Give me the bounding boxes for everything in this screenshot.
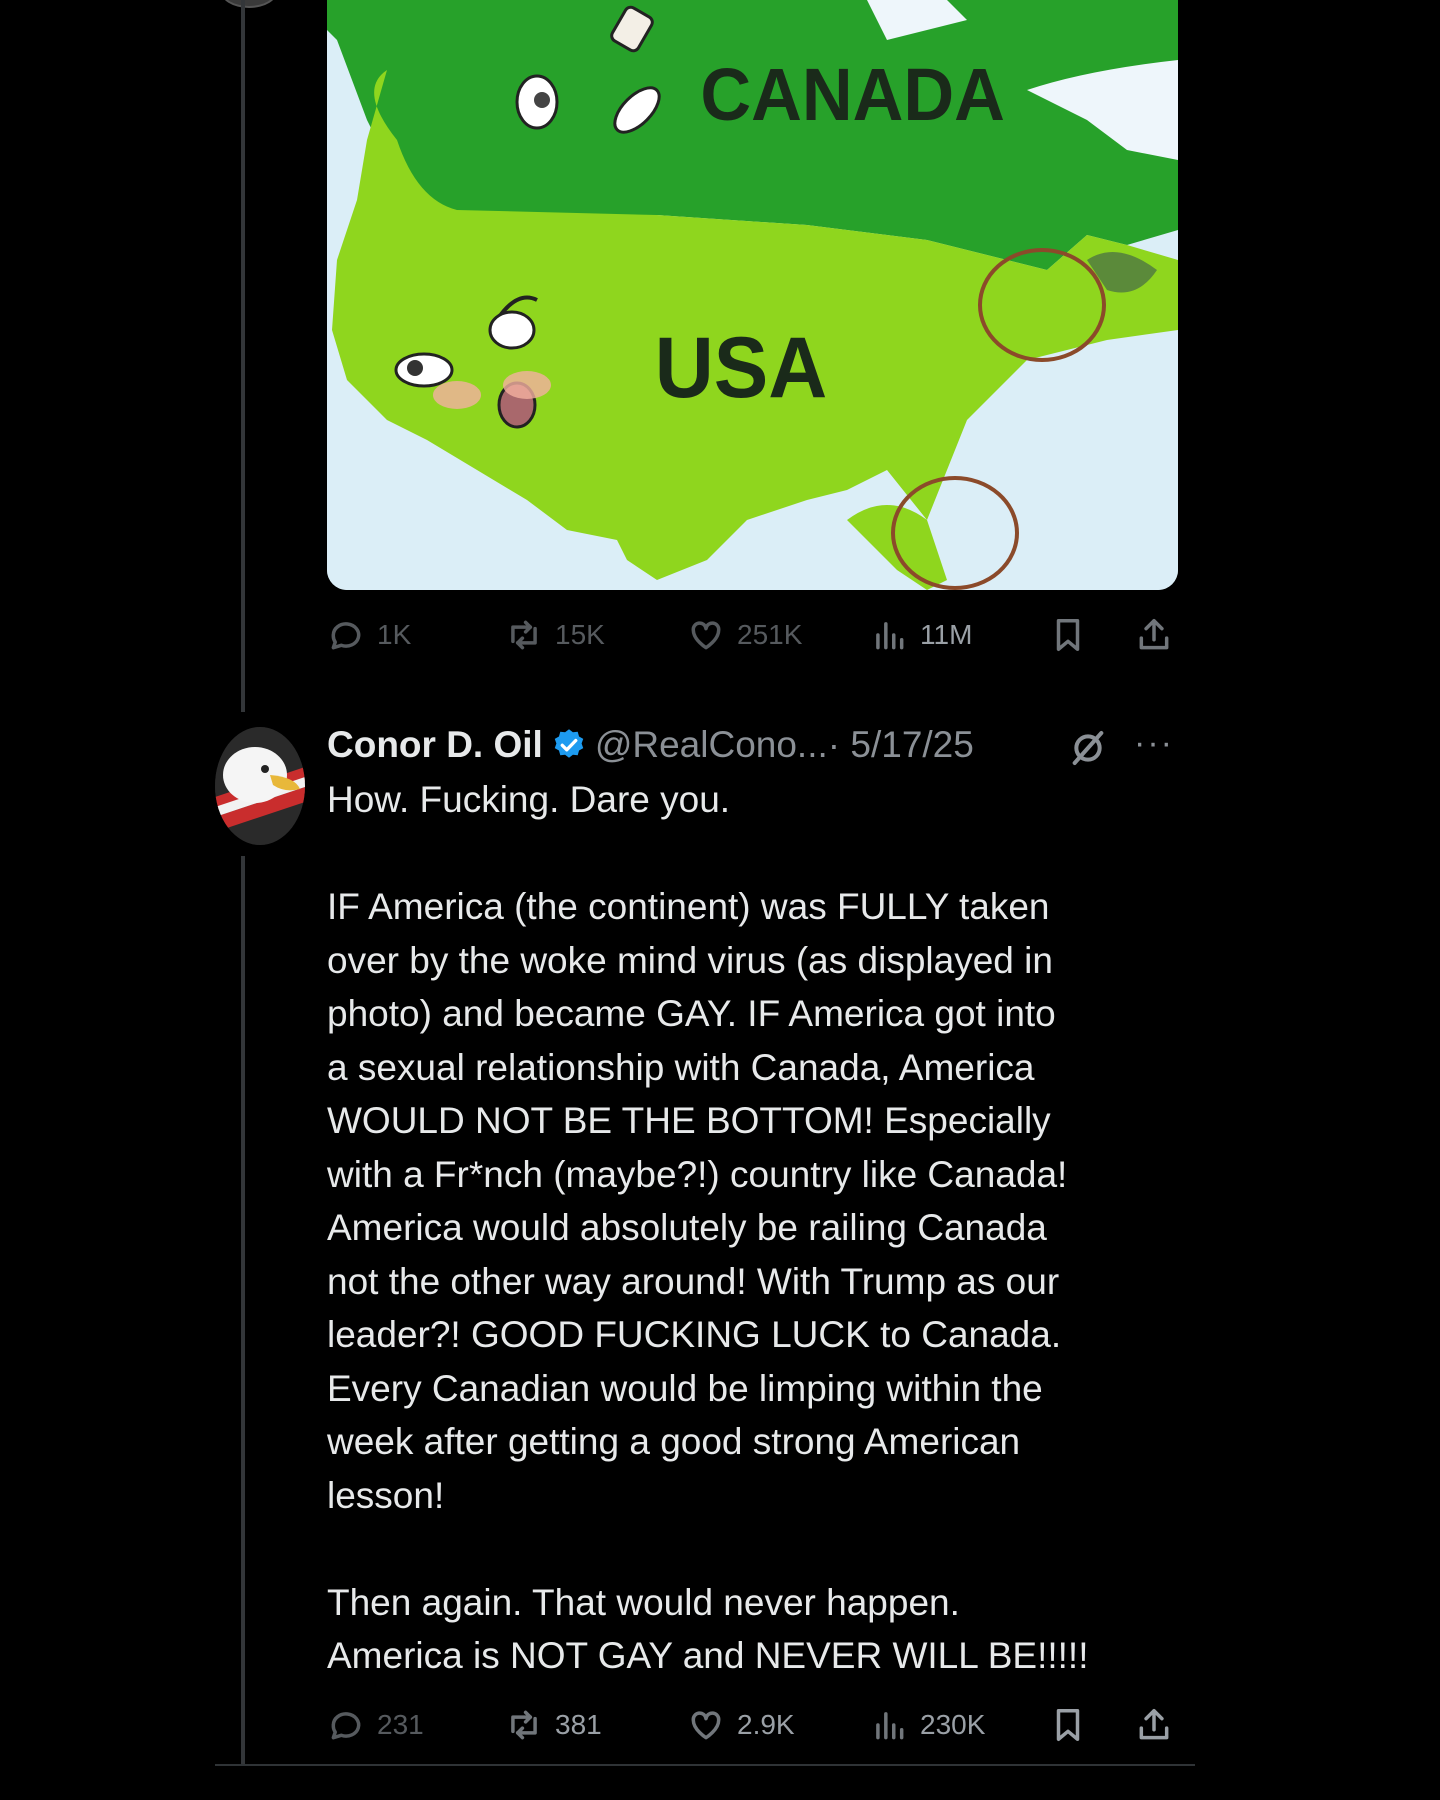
bookmark-button[interactable]: [1049, 612, 1087, 658]
views-button[interactable]: 11M: [870, 612, 972, 658]
map-label-usa: USA: [655, 319, 827, 415]
like-count: 2.9K: [737, 1709, 795, 1740]
repost-count: 15K: [555, 619, 605, 650]
verified-icon: [554, 729, 584, 758]
map-label-canada: CANADA: [700, 54, 1005, 136]
post-header: Conor D. Oil @RealCono... · 5/17/25: [327, 720, 1178, 770]
bookmark-icon: [1056, 619, 1080, 651]
views-count: 11M: [920, 619, 973, 650]
avatar[interactable]: [215, 727, 305, 845]
post-text-line: not the other way around! With Trump as …: [327, 1260, 1060, 1302]
thread-line-bottom: [241, 856, 245, 1764]
views-count: 230K: [920, 1709, 986, 1740]
post-text-line: week after getting a good strong America…: [327, 1421, 1021, 1462]
post-text-line: lesson!: [327, 1474, 445, 1516]
post-text-line: America is NOT GAY and NEVER WILL BE!!!!…: [327, 1635, 1089, 1676]
like-button[interactable]: 2.9K: [687, 1702, 795, 1748]
share-button[interactable]: [1135, 612, 1173, 658]
post-text-line: photo) and became GAY. IF America got in…: [327, 993, 1056, 1034]
reply-count: 1K: [377, 619, 412, 650]
post-body: How. Fucking. Dare you. IF America (the …: [327, 773, 1187, 1683]
post-date[interactable]: · 5/17/25: [828, 724, 974, 766]
reply-icon: [331, 622, 361, 650]
views-icon: [876, 1712, 904, 1740]
reply-button[interactable]: 231: [327, 1702, 424, 1748]
share-icon: [1139, 619, 1169, 650]
previous-avatar[interactable]: [220, 0, 278, 8]
reply-button[interactable]: 1K: [327, 612, 411, 658]
reply-post-actions: 231 381 2.9K 230K: [327, 1702, 1178, 1748]
post-text-line: IF America (the continent) was FULLY tak…: [327, 886, 1050, 927]
reply-count: 231: [377, 1709, 424, 1740]
reply-icon: [331, 1712, 361, 1740]
more-icon[interactable]: ···: [1134, 724, 1174, 763]
post-text-line: a sexual relationship with Canada, Ameri…: [327, 1046, 1035, 1088]
post-image[interactable]: CANADA USA: [327, 0, 1178, 590]
repost-button[interactable]: 15K: [505, 612, 605, 658]
repost-icon: [511, 1710, 537, 1740]
author-name[interactable]: Conor D. Oil: [327, 724, 543, 766]
views-button[interactable]: 230K: [870, 1702, 985, 1748]
post-divider: [215, 1764, 1195, 1766]
thread-line-top: [241, 0, 245, 712]
first-post-actions: 1K 15K 251K 11M: [327, 612, 1178, 658]
share-button[interactable]: [1135, 1702, 1173, 1748]
post-text-line: How. Fucking. Dare you.: [327, 779, 731, 820]
post-text-line: with a Fr*nch (maybe?!) country like Can…: [327, 1153, 1068, 1195]
post-text-line: over by the woke mind virus (as displaye…: [327, 939, 1053, 981]
views-icon: [876, 622, 904, 650]
like-icon: [691, 1711, 721, 1740]
share-icon: [1139, 1709, 1169, 1740]
like-icon: [691, 621, 721, 650]
like-button[interactable]: 251K: [687, 612, 802, 658]
bookmark-button[interactable]: [1049, 1702, 1087, 1748]
author-handle[interactable]: @RealCono...: [595, 724, 828, 766]
post-text-line: Then again. That would never happen.: [327, 1581, 960, 1623]
like-count: 251K: [737, 619, 803, 650]
post-text-line: Every Canadian would be limping within t…: [327, 1367, 1043, 1409]
grok-icon[interactable]: [1068, 728, 1108, 768]
post-text-line: leader?! GOOD FUCKING LUCK to Canada.: [327, 1314, 1062, 1355]
post-text-line: WOULD NOT BE THE BOTTOM! Especially: [327, 1100, 1051, 1141]
post-text-line: America would absolutely be railing Cana…: [327, 1207, 1047, 1248]
repost-icon: [511, 620, 537, 650]
repost-button[interactable]: 381: [505, 1702, 602, 1748]
repost-count: 381: [555, 1709, 602, 1740]
bookmark-icon: [1056, 1709, 1080, 1741]
